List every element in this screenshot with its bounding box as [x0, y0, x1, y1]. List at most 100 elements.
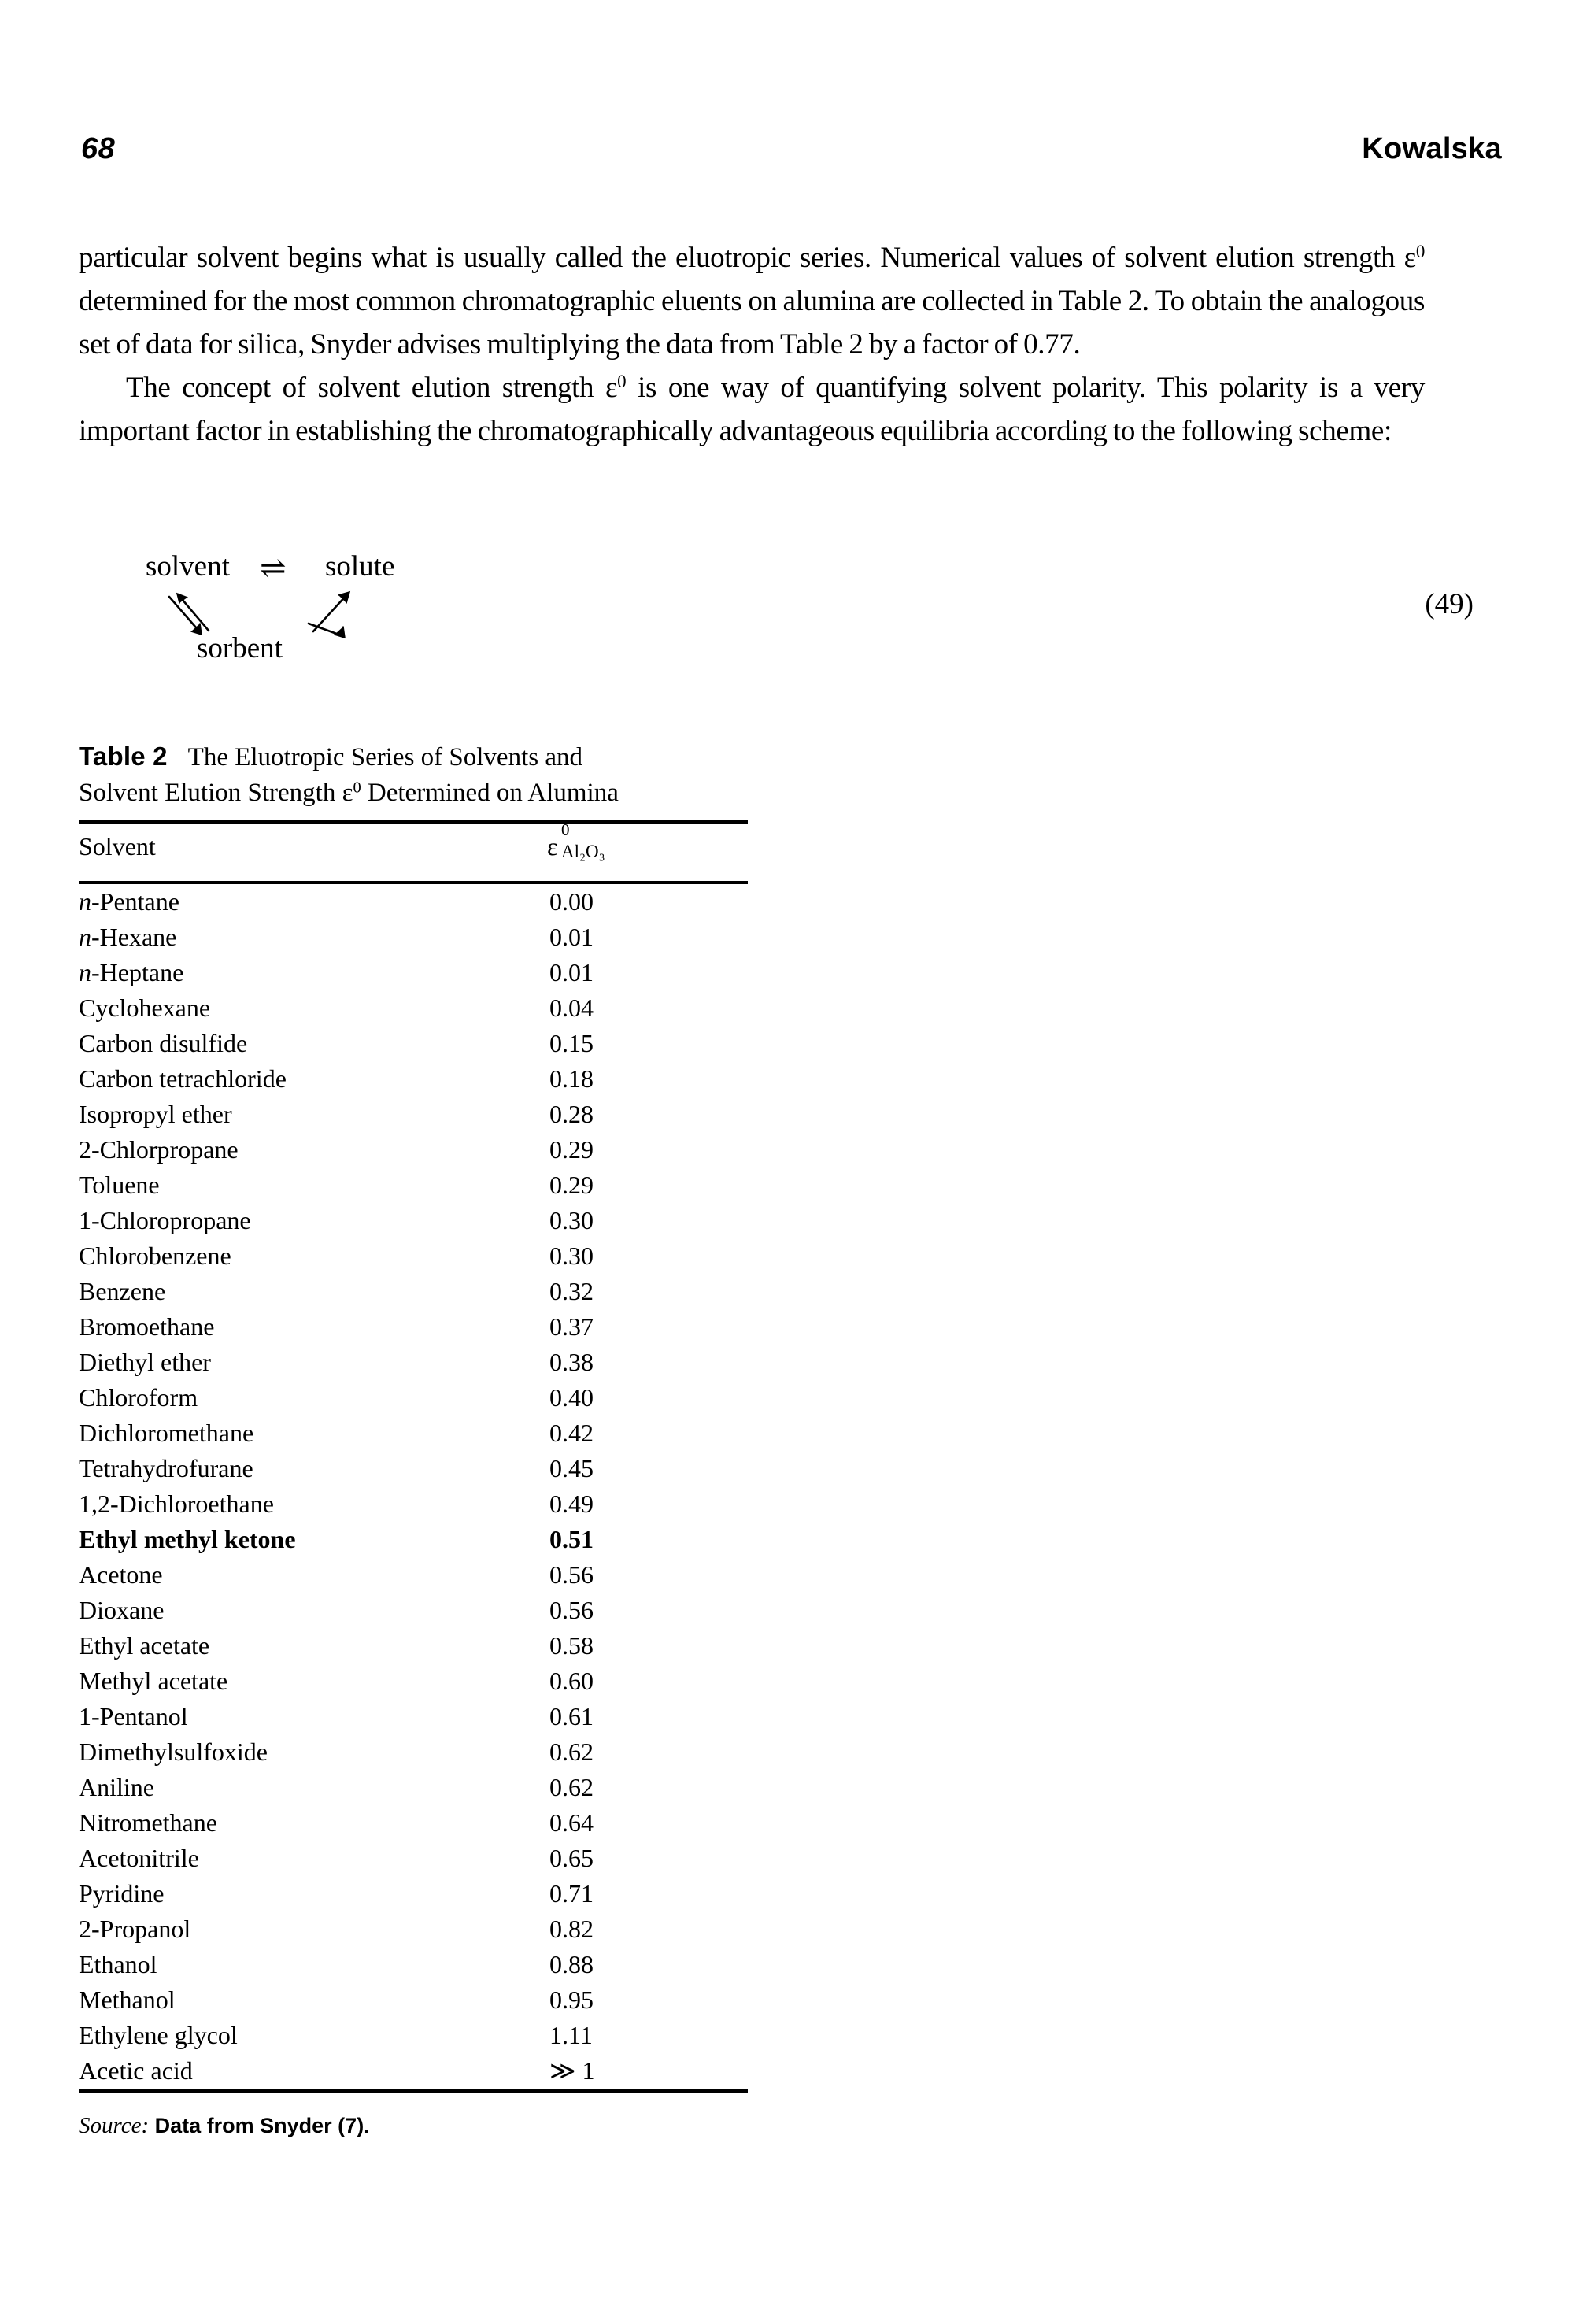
solvent-name-text: 1-Chloropropane [79, 1206, 251, 1234]
table-row: Dimethylsulfoxide 0.62 [79, 1734, 748, 1770]
solvent-name-text: Toluene [79, 1171, 160, 1199]
table-header: Solvent ε 0 Al₂O₃ [79, 820, 748, 881]
table-row: 1,2-Dichloroethane 0.49 [79, 1486, 748, 1522]
column-header-solvent: Solvent [79, 832, 156, 860]
elution-strength-cell: ≫ 1 [549, 2056, 595, 2085]
solvent-name-italic-prefix: n [79, 958, 91, 986]
elution-strength-cell: 0.01 [549, 923, 594, 951]
body-text: particular solvent begins what is usuall… [79, 236, 1425, 453]
solvent-name-text: Carbon disulfide [79, 1029, 248, 1057]
solvent-name-cell: Carbon disulfide [79, 1026, 520, 1061]
elution-strength-cell: 1.11 [549, 2021, 593, 2049]
elution-strength-cell: 0.40 [549, 1383, 594, 1412]
solvent-name-italic-prefix: n [79, 923, 91, 951]
equilibrium-scheme-block: solvent ⇌ solute sorbent (49) [79, 543, 1503, 709]
solvent-name-cell: Tetrahydrofurane [79, 1451, 520, 1486]
solvent-name-cell: Bromoethane [79, 1309, 520, 1345]
equilibrium-scheme: solvent ⇌ solute sorbent [146, 543, 476, 701]
table-caption-line-2-part-b: Determined on Alumina [361, 779, 619, 807]
elution-strength-cell: 0.15 [549, 1029, 594, 1057]
elution-strength-cell: 0.30 [549, 1206, 594, 1234]
table-row: Pyridine 0.71 [79, 1876, 748, 1911]
table-block: Table 2 The Eluotropic Series of Solvents… [79, 738, 756, 2139]
elution-strength-cell: 0.56 [549, 1560, 594, 1589]
table-row: Methanol 0.95 [79, 1982, 748, 2018]
table-caption-line-2-part-a: Solvent Elution Strength ε [79, 779, 353, 807]
solvent-name-text: 2-Chlorpropane [79, 1135, 239, 1164]
epsilon-superscript-header: 0 [561, 820, 570, 839]
table-source-note: Source: Data from Snyder (7). [79, 2113, 756, 2139]
solvent-name-text: Acetone [79, 1560, 163, 1589]
paragraph-1-part-a: particular solvent begins what is usuall… [79, 242, 1416, 274]
table-row: Chloroform 0.40 [79, 1380, 748, 1415]
elution-strength-cell: 0.29 [549, 1135, 594, 1164]
solvent-name-text: Aniline [79, 1773, 154, 1801]
table-row: Methyl acetate 0.60 [79, 1663, 748, 1699]
elution-strength-cell: 0.28 [549, 1100, 594, 1128]
epsilon-al2o3-symbol: ε 0 Al₂O₃ [547, 820, 622, 861]
solvent-name-text: Ethyl acetate [79, 1631, 210, 1660]
solvent-name-text: Ethanol [79, 1950, 157, 1978]
solvent-name-text: Ethylene glycol [79, 2021, 238, 2049]
solvent-name-cell: Chlorobenzene [79, 1238, 520, 1274]
epsilon-superscript-1: 0 [1415, 242, 1425, 262]
table-row: 2-Propanol 0.82 [79, 1911, 748, 1947]
document-page: 68 Kowalska particular solvent begins wh… [0, 0, 1579, 2324]
table-label: Table 2 [79, 742, 168, 771]
solvent-name-text: Methanol [79, 1985, 176, 2014]
solvent-name-text: Acetonitrile [79, 1844, 199, 1872]
solvent-name-text: Benzene [79, 1277, 166, 1305]
elution-strength-cell: 0.62 [549, 1737, 594, 1766]
elution-strength-cell: 0.71 [549, 1879, 594, 1908]
table-row: Carbon tetrachloride 0.18 [79, 1061, 748, 1097]
table-row: Acetic acid ≫ 1 [79, 2053, 748, 2089]
elution-strength-cell: 0.42 [549, 1419, 594, 1447]
solvent-name-cell: Acetic acid [79, 2053, 520, 2089]
solvent-name-text: 2-Propanol [79, 1915, 191, 1943]
solvent-name-cell: 1-Chloropropane [79, 1203, 520, 1238]
elution-strength-cell: 0.65 [549, 1844, 594, 1872]
table-row: Ethyl methyl ketone 0.51 [79, 1522, 748, 1557]
solvent-name-cell: Acetone [79, 1557, 520, 1593]
table-row: Benzene 0.32 [79, 1274, 748, 1309]
solvent-name-cell: Cyclohexane [79, 990, 520, 1026]
solvent-name-text: Ethyl methyl ketone [79, 1525, 296, 1553]
paragraph-2: The concept of solvent elution strength … [79, 366, 1425, 453]
elution-strength-cell: 0.45 [549, 1454, 594, 1482]
solvent-name-cell: 1-Pentanol [79, 1699, 520, 1734]
solvent-name-cell: Methanol [79, 1982, 520, 2018]
solvent-name-text: Nitromethane [79, 1808, 217, 1837]
paragraph-1: particular solvent begins what is usuall… [79, 236, 1425, 366]
table-row: Nitromethane 0.64 [79, 1805, 748, 1841]
solvent-name-text: 1,2-Dichloroethane [79, 1490, 274, 1518]
elution-strength-cell: 0.64 [549, 1808, 594, 1837]
table-row: 1-Pentanol 0.61 [79, 1699, 748, 1734]
elution-strength-cell: 0.56 [549, 1596, 594, 1624]
solvent-name-cell: Dichloromethane [79, 1415, 520, 1451]
elution-strength-cell: 0.00 [549, 887, 594, 916]
solvent-name-text: -Heptane [91, 958, 184, 986]
solvent-name-text: Dichloromethane [79, 1419, 254, 1447]
table-row: Aniline 0.62 [79, 1770, 748, 1805]
table-row: Ethanol 0.88 [79, 1947, 748, 1982]
table-caption: Table 2 The Eluotropic Series of Solvents… [79, 738, 756, 811]
solvent-name-text: Cyclohexane [79, 994, 211, 1022]
elution-strength-cell: 0.18 [549, 1064, 594, 1093]
epsilon-subscript-header: Al₂O₃ [561, 842, 605, 861]
solvent-name-text: Methyl acetate [79, 1667, 228, 1695]
solvent-name-cell: Benzene [79, 1274, 520, 1309]
solvent-name-text: -Hexane [91, 923, 177, 951]
solvent-name-cell: n-Heptane [79, 955, 520, 990]
solvent-name-cell: 1,2-Dichloroethane [79, 1486, 520, 1522]
running-head: 68 Kowalska [0, 132, 1579, 179]
table-row: Carbon disulfide 0.15 [79, 1026, 748, 1061]
elution-strength-cell: 0.04 [549, 994, 594, 1022]
table-row: 1-Chloropropane 0.30 [79, 1203, 748, 1238]
solvent-name-cell: Diethyl ether [79, 1345, 520, 1380]
solvent-name-text: Dimethylsulfoxide [79, 1737, 268, 1766]
epsilon-superscript-2: 0 [617, 372, 627, 392]
solvent-name-cell: Ethyl methyl ketone [79, 1522, 520, 1557]
elution-strength-cell: 0.49 [549, 1490, 594, 1518]
table-row: Cyclohexane 0.04 [79, 990, 748, 1026]
table-row: Isopropyl ether 0.28 [79, 1097, 748, 1132]
